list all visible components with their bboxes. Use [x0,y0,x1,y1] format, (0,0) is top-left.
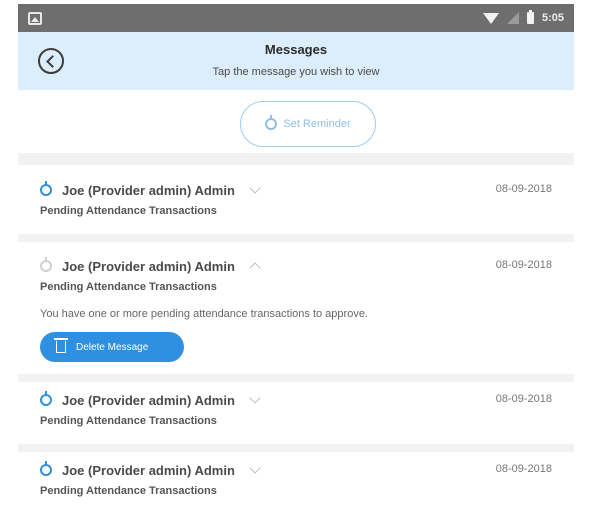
message-subject: Pending Attendance Transactions [40,205,217,217]
message-date: 08-09-2018 [495,183,552,195]
unread-message-icon [40,181,52,196]
chevron-down-icon[interactable] [249,462,261,474]
gallery-notification-icon [28,11,42,25]
message-item[interactable]: Joe (Provider admin) Admin 08-09-2018 Pe… [18,390,574,440]
message-subject: Pending Attendance Transactions [40,415,217,427]
status-bar: 5:05 [18,4,574,32]
trash-icon [54,338,68,353]
message-sender: Joe (Provider admin) Admin [62,392,235,408]
message-subject: Pending Attendance Transactions [40,485,217,497]
divider [18,374,574,382]
message-sender: Joe (Provider admin) Admin [62,182,235,198]
chevron-down-icon[interactable] [249,182,261,194]
message-date: 08-09-2018 [495,463,552,475]
set-reminder-label: Set Reminder [283,118,351,130]
message-body: You have one or more pending attendance … [40,308,368,320]
divider [18,444,574,452]
reminder-bell-icon [265,115,278,130]
read-message-icon [40,257,52,272]
delete-message-label: Delete Message [76,341,149,353]
message-item-expanded[interactable]: Joe (Provider admin) Admin 08-09-2018 Pe… [18,256,574,376]
message-sender: Joe (Provider admin) Admin [62,462,235,478]
message-date: 08-09-2018 [495,259,552,271]
page-subtitle: Tap the message you wish to view [212,66,380,78]
delete-message-button[interactable]: Delete Message [40,332,184,362]
set-reminder-button[interactable]: Set Reminder [240,101,376,147]
signal-icon [506,12,519,24]
chevron-down-icon[interactable] [249,392,261,404]
unread-message-icon [40,391,52,406]
message-item[interactable]: Joe (Provider admin) Admin 08-09-2018 Pe… [18,180,574,230]
page-title: Messages [264,42,328,57]
message-subject: Pending Attendance Transactions [40,281,217,293]
wifi-icon [482,12,499,24]
message-sender: Joe (Provider admin) Admin [62,258,235,274]
header: Messages Tap the message you wish to vie… [18,32,574,90]
status-time: 5:05 [541,12,564,24]
divider [18,234,574,242]
message-item[interactable]: Joe (Provider admin) Admin 08-09-2018 Pe… [18,460,574,510]
message-date: 08-09-2018 [495,393,552,405]
chevron-up-icon[interactable] [249,262,261,274]
battery-icon [526,10,534,24]
divider [18,153,574,165]
unread-message-icon [40,461,52,476]
